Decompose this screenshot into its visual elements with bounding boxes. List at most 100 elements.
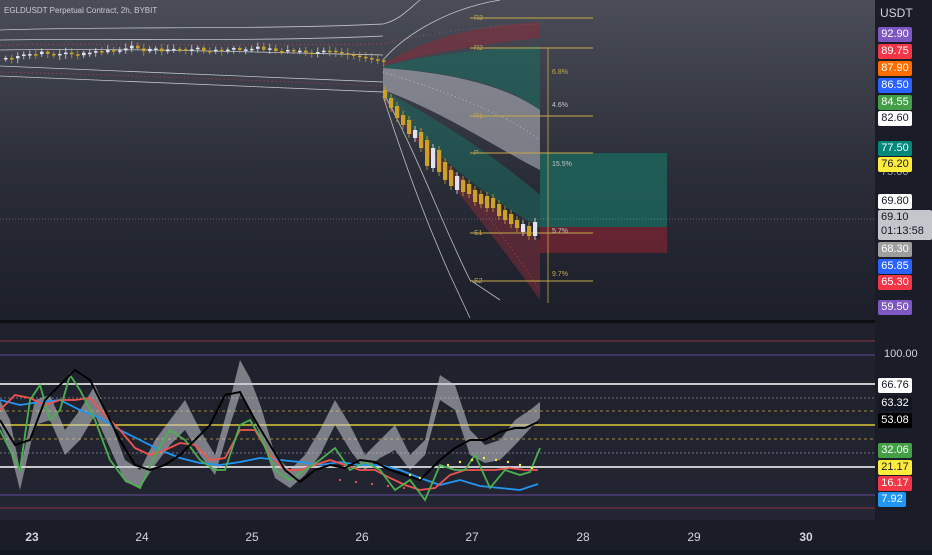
candle-body: [527, 226, 532, 236]
candle-body: [178, 48, 182, 51]
candle-body: [370, 57, 374, 60]
candle-body: [274, 48, 278, 52]
candle-body: [437, 150, 442, 172]
candle-body: [419, 132, 424, 148]
candle-body: [214, 49, 218, 52]
candle-body: [304, 50, 308, 53]
osc-tag-53-08[interactable]: 53.08: [878, 413, 912, 428]
candle-body: [148, 48, 152, 52]
candle-body: [100, 51, 104, 53]
candle-body: [58, 53, 62, 56]
candle-body: [298, 50, 302, 53]
candle-body: [52, 53, 56, 56]
time-label-29: 29: [687, 530, 701, 544]
candle-body: [142, 48, 146, 52]
chart-root[interactable]: R3 R2 R1 P S1 S2 6.8% 4.6% 15.5% 5.7% 9.…: [0, 0, 932, 550]
price-tag-76-20[interactable]: 76.20: [878, 157, 912, 172]
price-tag-84-55[interactable]: 84.55: [878, 95, 912, 110]
time-label-28: 28: [576, 530, 590, 544]
pivot-label-r3: R3: [474, 15, 483, 22]
candle-body: [190, 49, 194, 51]
candle-body: [467, 184, 472, 194]
candle-body: [322, 50, 326, 53]
bar-countdown: 01:13:58: [881, 225, 924, 237]
candle-body: [401, 115, 406, 125]
candle-body: [172, 48, 176, 51]
pct-label-5: 9.7%: [552, 271, 568, 278]
candle-body: [40, 51, 44, 55]
price-tag-87-90[interactable]: 87.90: [878, 61, 912, 76]
price-tag-65-85[interactable]: 65.85: [878, 259, 912, 274]
candle-body: [431, 148, 436, 168]
oscillator-pane-background: [0, 323, 875, 520]
price-tag-92-90[interactable]: 92.90: [878, 27, 912, 42]
price-tag-69-80[interactable]: 69.80: [878, 194, 912, 209]
time-label-24: 24: [135, 530, 149, 544]
pct-label-3: 15.5%: [552, 161, 572, 168]
candle-body: [160, 48, 164, 52]
candle-body: [106, 50, 110, 53]
candle-body: [136, 45, 140, 49]
candle-body: [232, 47, 236, 50]
price-tag-86-50[interactable]: 86.50: [878, 78, 912, 93]
candle-body: [130, 45, 134, 49]
price-tag-65-30[interactable]: 65.30: [878, 275, 912, 290]
candle-body: [413, 130, 418, 138]
symbol-title[interactable]: EGLDUSDT Perpetual Contract, 2h, BYBIT: [4, 6, 157, 15]
candle-body: [340, 51, 344, 54]
candle-body: [497, 204, 502, 216]
candle-body: [28, 54, 32, 56]
candle-body: [4, 57, 8, 60]
time-label-30: 30: [799, 530, 813, 544]
osc-tag-21-17[interactable]: 21.17: [878, 460, 912, 475]
candle-body: [220, 49, 224, 52]
candle-body: [449, 170, 454, 186]
osc-tag-66-76[interactable]: 66.76: [878, 378, 912, 393]
price-tag-59-50[interactable]: 59.50: [878, 300, 912, 315]
osc-tag-63-32[interactable]: 63.32: [878, 396, 912, 411]
candle-body: [202, 47, 206, 51]
currency-label[interactable]: USDT: [880, 6, 913, 20]
candle-body: [256, 46, 260, 49]
last-price-value: 69.10: [881, 211, 909, 223]
price-chart[interactable]: R3 R2 R1 P S1 S2 6.8% 4.6% 15.5% 5.7% 9.…: [0, 0, 932, 550]
price-tag-89-75[interactable]: 89.75: [878, 44, 912, 59]
candle-body: [310, 52, 314, 55]
candle-body: [491, 198, 496, 208]
candle-body: [389, 98, 394, 108]
pct-label-2: 4.6%: [552, 102, 568, 109]
last-price-box[interactable]: 69.10 01:13:58: [878, 210, 932, 240]
pane-separator[interactable]: [0, 320, 932, 323]
candle-body: [455, 176, 460, 190]
candle-body: [124, 48, 128, 51]
candle-body: [112, 50, 116, 52]
pivot-label-p: P: [474, 150, 479, 157]
pivot-label-r1: R1: [474, 113, 483, 120]
candle-body: [425, 140, 430, 166]
candle-body: [244, 49, 248, 51]
osc-tag-16-17[interactable]: 16.17: [878, 476, 912, 491]
candle-body: [262, 46, 266, 50]
osc-tag-7-92[interactable]: 7.92: [878, 492, 906, 507]
pivot-label-r2: R2: [474, 45, 483, 52]
candle-body: [382, 60, 386, 62]
price-tag-77-50[interactable]: 77.50: [878, 141, 912, 156]
candle-body: [268, 48, 272, 50]
candle-body: [292, 49, 296, 52]
candle-body: [70, 52, 74, 55]
candle-body: [515, 220, 520, 228]
candle-body: [16, 56, 20, 59]
osc-label-100: 100.00: [884, 348, 918, 360]
candle-body: [334, 50, 338, 53]
candle-body: [208, 50, 212, 53]
price-tag-82-60[interactable]: 82.60: [878, 111, 912, 126]
candle-body: [226, 49, 230, 52]
candle-body: [238, 47, 242, 50]
candle-body: [184, 49, 188, 51]
osc-tag-32-06[interactable]: 32.06: [878, 443, 912, 458]
candle-body: [479, 194, 484, 204]
candle-body: [521, 224, 526, 232]
time-label-27: 27: [465, 530, 479, 544]
candle-body: [286, 49, 290, 52]
price-tag-68-30[interactable]: 68.30: [878, 242, 912, 257]
